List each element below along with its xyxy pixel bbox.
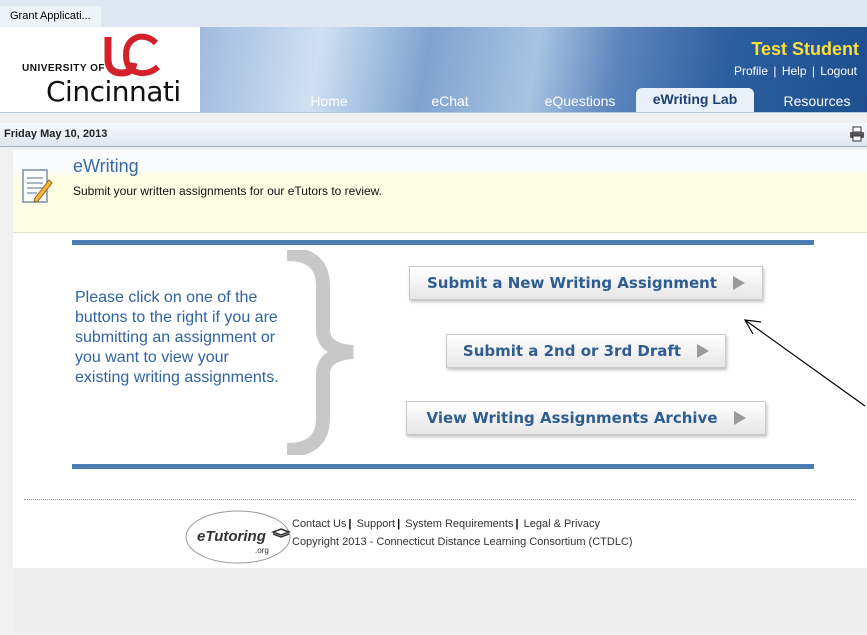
play-arrow-icon bbox=[732, 276, 745, 290]
uc-monogram-icon bbox=[104, 33, 160, 77]
nav-resources[interactable]: Resources bbox=[772, 88, 862, 112]
copyright: Copyright 2013 - Connecticut Distance Le… bbox=[292, 536, 633, 548]
browser-tab[interactable]: Grant Applicati... bbox=[0, 6, 101, 27]
date-bar: Friday May 10, 2013 bbox=[0, 123, 867, 147]
annotation-arrow-icon bbox=[743, 319, 866, 407]
play-arrow-icon bbox=[697, 344, 710, 358]
footer-divider bbox=[24, 499, 856, 500]
support-link[interactable]: Support bbox=[357, 518, 396, 530]
view-archive-label: View Writing Assignments Archive bbox=[426, 409, 718, 427]
etutoring-logo-sub: .org bbox=[255, 546, 269, 555]
contact-us-link[interactable]: Contact Us bbox=[292, 518, 346, 530]
document-edit-icon bbox=[22, 169, 53, 203]
etutoring-logo[interactable]: eTutoring .org bbox=[183, 507, 293, 567]
play-arrow-icon bbox=[733, 411, 746, 425]
submit-draft-label: Submit a 2nd or 3rd Draft bbox=[462, 342, 682, 360]
page-title: eWriting bbox=[73, 156, 139, 176]
logout-link[interactable]: Logout bbox=[820, 64, 857, 78]
brace-graphic bbox=[286, 250, 354, 455]
panel-top-rule bbox=[72, 240, 814, 245]
current-date: Friday May 10, 2013 bbox=[4, 128, 108, 140]
ewriting-header: eWriting Submit your written assignments… bbox=[13, 150, 867, 233]
printer-icon[interactable] bbox=[849, 126, 865, 142]
nav-home[interactable]: Home bbox=[292, 88, 366, 112]
uc-logo[interactable]: UNIVERSITY OF Cincinnati bbox=[0, 27, 200, 112]
logo-cincinnati: Cincinnati bbox=[46, 75, 181, 108]
submit-new-assignment-button[interactable]: Submit a New Writing Assignment bbox=[409, 266, 763, 300]
etutoring-logo-text: eTutoring bbox=[197, 528, 266, 545]
browser-tab-strip: Grant Applicati... bbox=[0, 0, 867, 27]
footer-links: Contact Us | Support | System Requirements… bbox=[292, 518, 601, 530]
nav-equestions[interactable]: eQuestions bbox=[530, 88, 630, 112]
main-nav: Home eChat eQuestions eWriting Lab Resou… bbox=[200, 88, 867, 112]
system-requirements-link[interactable]: System Requirements bbox=[405, 518, 513, 530]
profile-link[interactable]: Profile bbox=[734, 64, 768, 78]
svg-text:.org: .org bbox=[255, 546, 269, 555]
logo-university-of: UNIVERSITY OF bbox=[22, 63, 105, 74]
svg-text:eTutoring: eTutoring bbox=[197, 528, 266, 545]
panel-bottom-rule bbox=[72, 464, 814, 469]
legal-privacy-link[interactable]: Legal & Privacy bbox=[524, 518, 600, 530]
nav-ewriting-lab[interactable]: eWriting Lab bbox=[636, 88, 754, 112]
site-header: UNIVERSITY OF Cincinnati Test Student Pr… bbox=[0, 27, 867, 113]
main-content: eWriting Submit your written assignments… bbox=[13, 150, 867, 633]
page-bottom-area bbox=[13, 568, 867, 633]
page-subtitle: Submit your written assignments for our … bbox=[73, 184, 383, 198]
user-links: Profile | Help | Logout bbox=[734, 64, 857, 78]
help-link[interactable]: Help bbox=[782, 64, 807, 78]
user-name: Test Student bbox=[751, 39, 859, 59]
nav-echat[interactable]: eChat bbox=[416, 88, 484, 112]
view-archive-button[interactable]: View Writing Assignments Archive bbox=[406, 401, 766, 435]
submit-draft-button[interactable]: Submit a 2nd or 3rd Draft bbox=[446, 334, 726, 368]
instructions-text: Please click on one of the buttons to th… bbox=[75, 289, 279, 386]
submit-new-assignment-label: Submit a New Writing Assignment bbox=[427, 274, 717, 292]
